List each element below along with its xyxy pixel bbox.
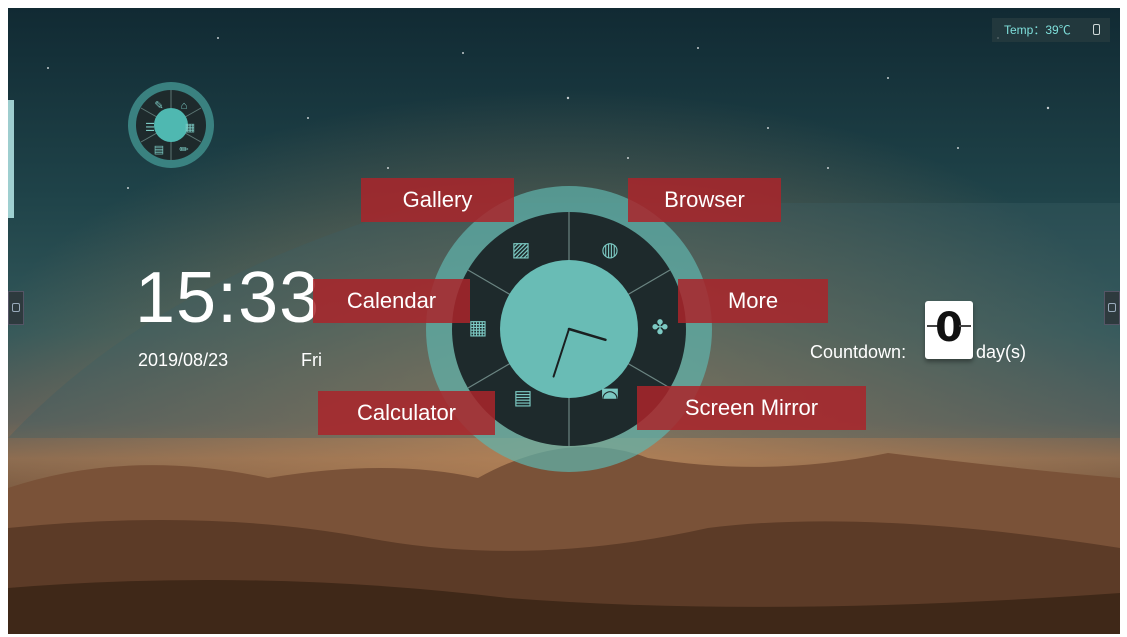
tag-screen-mirror[interactable]: Screen Mirror [637, 386, 866, 430]
left-sidebar-handle[interactable] [8, 291, 24, 325]
tag-browser[interactable]: Browser [628, 178, 781, 222]
battery-icon [1093, 24, 1100, 35]
temperature-label: Temp：39℃ [1004, 23, 1071, 37]
whiteboard-icon: ▤ [153, 144, 165, 156]
more-icon[interactable]: ✤ [648, 318, 672, 338]
temperature-indicator: Temp：39℃ [992, 18, 1110, 42]
tools-icon: ✎ [154, 100, 164, 112]
pen-icon: ✏ [179, 144, 189, 156]
menu-icon: ☰ [145, 122, 155, 134]
countdown-label: Countdown: [810, 342, 907, 362]
tag-calculator[interactable]: Calculator [318, 391, 495, 435]
countdown-unit: day(s) [976, 342, 1027, 362]
side-panel-icon [1108, 303, 1116, 312]
screenshot-icon: ▦ [184, 122, 196, 134]
desktop-screen: Temp：39℃ ✎ ⌂ ▦ ✏ ▤ ☰ 15:33 2019/08/23 Fr… [8, 8, 1120, 634]
screen-mirror-icon[interactable]: ◚ [598, 388, 622, 408]
weekday-label: Fri [301, 350, 322, 370]
side-panel-icon [12, 303, 20, 312]
date-label: 2019/08/23 [138, 350, 229, 370]
edge-glow [8, 100, 14, 218]
tag-calendar[interactable]: Calendar [313, 279, 470, 323]
right-sidebar-handle[interactable] [1104, 291, 1120, 325]
flip-hook [959, 325, 971, 337]
countdown-flip-card: 0 [925, 301, 973, 359]
calculator-icon[interactable]: ▤ [511, 388, 535, 408]
tag-gallery[interactable]: Gallery [361, 178, 514, 222]
digital-clock: 15:33 [135, 258, 321, 338]
tag-more[interactable]: More [678, 279, 828, 323]
globe-icon[interactable]: ◍ [598, 240, 622, 260]
gallery-icon[interactable]: ▨ [509, 240, 533, 260]
eraser-icon: ⌂ [180, 100, 188, 112]
